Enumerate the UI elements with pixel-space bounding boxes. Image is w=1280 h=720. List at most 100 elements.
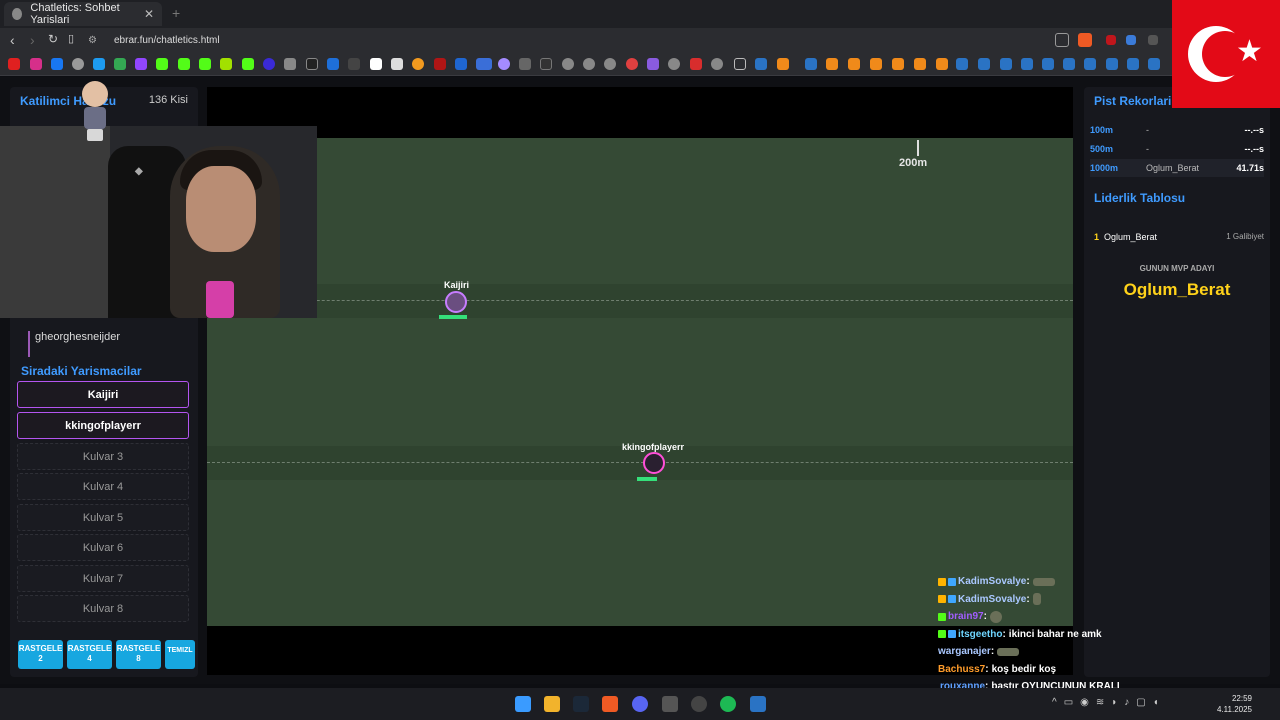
steam-icon[interactable]: [1042, 58, 1054, 70]
steam-icon[interactable]: [1021, 58, 1033, 70]
lane-slot-6[interactable]: Kulvar 6: [17, 534, 189, 561]
file-explorer-icon[interactable]: [544, 696, 560, 712]
bookmark-globe-icon[interactable]: [583, 58, 595, 70]
bookmark-icon[interactable]: [476, 58, 492, 70]
discord-icon[interactable]: [632, 696, 648, 712]
chat-user: warganajer: [938, 646, 991, 658]
bookmark-icon[interactable]: [690, 58, 702, 70]
bookmark-globe-icon[interactable]: [72, 58, 84, 70]
ublock-icon[interactable]: [1106, 35, 1116, 45]
folder-icon[interactable]: [734, 58, 746, 70]
facebook-icon[interactable]: [51, 58, 63, 70]
steam-icon[interactable]: [1148, 58, 1160, 70]
bookmark-icon[interactable]: [936, 58, 948, 70]
bookmark-icon[interactable]: [327, 58, 339, 70]
lane-slot-5[interactable]: Kulvar 5: [17, 504, 189, 531]
bookmarks-bar: [0, 52, 1280, 76]
spotify-icon[interactable]: [720, 696, 736, 712]
steam-icon[interactable]: [1000, 58, 1012, 70]
bookmark-icon[interactable]: [348, 58, 360, 70]
share-icon[interactable]: [1055, 33, 1069, 47]
bookmark-icon[interactable]: [626, 58, 638, 70]
cup: [206, 281, 234, 318]
instagram-icon[interactable]: [30, 58, 42, 70]
steam-icon[interactable]: [1063, 58, 1075, 70]
bookmark-icon[interactable]: [434, 58, 446, 70]
bookmark-icon[interactable]: ▯: [68, 32, 74, 45]
windows-start-icon[interactable]: [515, 696, 531, 712]
twitch-icon[interactable]: [135, 58, 147, 70]
bookmark-icon[interactable]: [540, 58, 552, 70]
brave-icon[interactable]: [602, 696, 618, 712]
system-tray[interactable]: ^▭◉≋◗♪▢◖: [1052, 697, 1166, 708]
drive-icon[interactable]: [114, 58, 126, 70]
new-tab-button[interactable]: +: [172, 5, 180, 21]
bookmark-icon[interactable]: [870, 58, 882, 70]
lane-slot-7[interactable]: Kulvar 7: [17, 565, 189, 592]
bookmark-globe-icon[interactable]: [604, 58, 616, 70]
steam-icon[interactable]: [1106, 58, 1118, 70]
browser-tab[interactable]: Chatletics: Sohbet Yarislari ✕: [4, 2, 162, 26]
clock[interactable]: 22:59 4.11.2025: [1217, 693, 1252, 715]
steam-icon[interactable]: [755, 58, 767, 70]
steam-icon[interactable]: [956, 58, 968, 70]
site-info-icon[interactable]: ⚙: [88, 35, 100, 46]
brave-shield-icon[interactable]: [1078, 33, 1092, 47]
reload-icon[interactable]: ↻: [48, 32, 58, 46]
youtube-icon[interactable]: [8, 58, 20, 70]
bookmark-icon[interactable]: [284, 58, 296, 70]
clear-button[interactable]: TEMIZL: [165, 640, 195, 669]
bookmark-icon[interactable]: [242, 58, 254, 70]
tab-close-icon[interactable]: ✕: [144, 7, 154, 21]
random-8-button[interactable]: RASTGELE 8: [116, 640, 161, 669]
browser-navbar: ‹ › ↻ ▯ ⚙ ebrar.fun/chatletics.html: [0, 28, 1280, 52]
kick-icon[interactable]: [178, 58, 190, 70]
back-icon[interactable]: ‹: [10, 32, 15, 48]
bookmark-globe-icon[interactable]: [668, 58, 680, 70]
amazon-icon[interactable]: [391, 58, 403, 70]
bookmark-icon[interactable]: [826, 58, 838, 70]
bookmark-icon[interactable]: [498, 58, 510, 70]
steam-icon[interactable]: [805, 58, 817, 70]
random-2-button[interactable]: RASTGELE 2: [18, 640, 63, 669]
bookmark-icon[interactable]: [914, 58, 926, 70]
lane-slot-3[interactable]: Kulvar 3: [17, 443, 189, 470]
x-icon[interactable]: [306, 58, 318, 70]
bookmark-globe-icon[interactable]: [562, 58, 574, 70]
bookmark-icon[interactable]: [263, 58, 275, 70]
lane-slot-1[interactable]: Kaijiri: [17, 381, 189, 408]
lane-slot-4[interactable]: Kulvar 4: [17, 473, 189, 500]
lane-slot-8[interactable]: Kulvar 8: [17, 595, 189, 622]
app-icon[interactable]: [662, 696, 678, 712]
chat-overlay: KadimSovalye : KadimSovalye : brain97 : …: [938, 573, 1120, 696]
steam-icon[interactable]: [1127, 58, 1139, 70]
kick-icon[interactable]: [199, 58, 211, 70]
extension-icon[interactable]: [1148, 35, 1158, 45]
app-icon[interactable]: [750, 696, 766, 712]
bookmark-icon[interactable]: [455, 58, 467, 70]
bookmark-icon[interactable]: [519, 58, 531, 70]
extension-icon[interactable]: [1126, 35, 1136, 45]
record-time: --.--s: [1244, 125, 1265, 135]
bookmark-globe-icon[interactable]: [711, 58, 723, 70]
bookmark-icon[interactable]: [93, 58, 105, 70]
bookmark-icon[interactable]: [220, 58, 232, 70]
random-4-button[interactable]: RASTGELE 4: [67, 640, 112, 669]
steam-icon[interactable]: [573, 696, 589, 712]
emote-icon: [1032, 593, 1041, 606]
record-time: 41.71s: [1236, 163, 1264, 173]
steam-icon[interactable]: [1084, 58, 1096, 70]
address-bar[interactable]: ⚙ ebrar.fun/chatletics.html: [88, 30, 1098, 50]
bookmark-icon[interactable]: [892, 58, 904, 70]
steam-icon[interactable]: [978, 58, 990, 70]
bookmark-icon[interactable]: [412, 58, 424, 70]
lane-slot-2[interactable]: kkingofplayerr: [17, 412, 189, 439]
obs-icon[interactable]: [691, 696, 707, 712]
bookmark-icon[interactable]: [647, 58, 659, 70]
forward-icon[interactable]: ›: [30, 32, 35, 48]
bookmark-icon[interactable]: [848, 58, 860, 70]
runner-stamina-bar: [637, 477, 657, 481]
bookmark-icon[interactable]: [777, 58, 789, 70]
kick-icon[interactable]: [156, 58, 168, 70]
patreon-icon[interactable]: [370, 58, 382, 70]
